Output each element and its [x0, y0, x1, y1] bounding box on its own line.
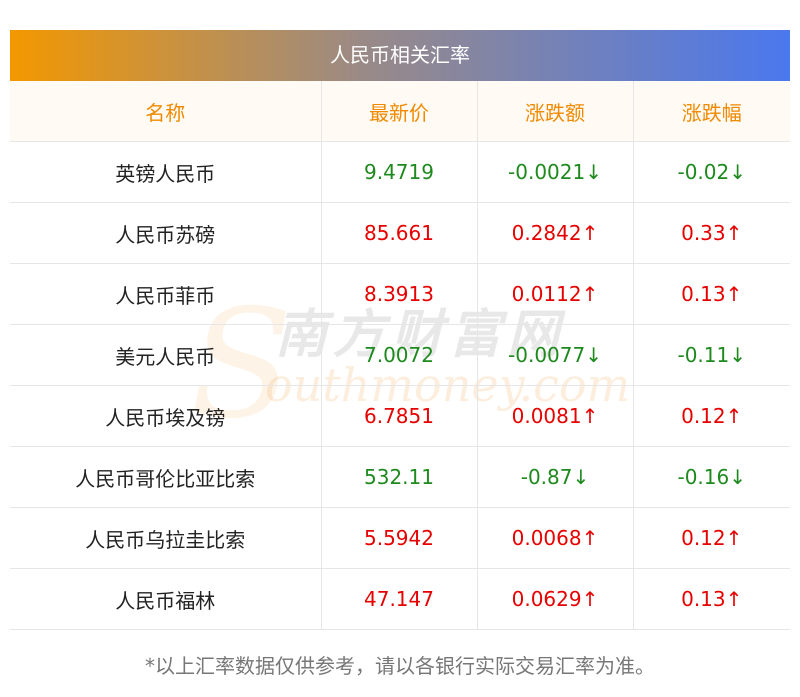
- table-row: 人民币菲币 8.3913 0.0112↑ 0.13↑: [10, 263, 790, 325]
- change-amount: -0.87↓: [476, 446, 633, 508]
- change-amount: -0.0021↓: [476, 141, 633, 203]
- latest-price: 9.4719: [320, 141, 477, 203]
- change-percent: -0.16↓: [632, 446, 790, 508]
- table-row: 美元人民币 7.0072 -0.0077↓ -0.11↓: [10, 324, 790, 386]
- change-percent: 0.13↑: [632, 263, 790, 325]
- disclaimer-note: *以上汇率数据仅供参考，请以各银行实际交易汇率为准。: [145, 654, 655, 678]
- currency-name[interactable]: 人民币埃及镑: [10, 385, 321, 447]
- latest-price: 8.3913: [320, 263, 477, 325]
- currency-name[interactable]: 人民币乌拉圭比索: [10, 507, 321, 569]
- latest-price: 85.661: [320, 202, 477, 264]
- table-row: 人民币苏磅 85.661 0.2842↑ 0.33↑: [10, 202, 790, 264]
- change-amount: 0.0068↑: [476, 507, 633, 569]
- table-header-row: 名称 最新价 涨跌额 涨跌幅: [10, 81, 790, 142]
- currency-name[interactable]: 美元人民币: [10, 324, 321, 386]
- latest-price: 5.5942: [320, 507, 477, 569]
- currency-name[interactable]: 人民币哥伦比亚比索: [10, 446, 321, 508]
- change-percent: 0.33↑: [632, 202, 790, 264]
- change-amount: 0.0081↑: [476, 385, 633, 447]
- currency-name[interactable]: 人民币福林: [10, 568, 321, 630]
- rate-table: 名称 最新价 涨跌额 涨跌幅 英镑人民币 9.4719 -0.0021↓ -0.…: [10, 81, 790, 630]
- header-name: 名称: [10, 81, 321, 142]
- rate-panel: 人民币相关汇率 名称 最新价 涨跌额 涨跌幅 英镑人民币 9.4719 -0.0…: [10, 30, 790, 630]
- latest-price: 532.11: [320, 446, 477, 508]
- header-price: 最新价: [320, 81, 477, 142]
- latest-price: 7.0072: [320, 324, 477, 386]
- change-percent: 0.12↑: [632, 507, 790, 569]
- table-row: 人民币福林 47.147 0.0629↑ 0.13↑: [10, 568, 790, 630]
- change-amount: 0.0112↑: [476, 263, 633, 325]
- latest-price: 6.7851: [320, 385, 477, 447]
- change-amount: 0.0629↑: [476, 568, 633, 630]
- currency-name[interactable]: 人民币菲币: [10, 263, 321, 325]
- change-percent: 0.12↑: [632, 385, 790, 447]
- currency-name[interactable]: 人民币苏磅: [10, 202, 321, 264]
- currency-name[interactable]: 英镑人民币: [10, 141, 321, 203]
- table-row: 人民币哥伦比亚比索 532.11 -0.87↓ -0.16↓: [10, 446, 790, 508]
- table-row: 英镑人民币 9.4719 -0.0021↓ -0.02↓: [10, 141, 790, 203]
- change-amount: -0.0077↓: [476, 324, 633, 386]
- table-row: 人民币乌拉圭比索 5.5942 0.0068↑ 0.12↑: [10, 507, 790, 569]
- latest-price: 47.147: [320, 568, 477, 630]
- change-percent: -0.02↓: [632, 141, 790, 203]
- panel-title: 人民币相关汇率: [10, 30, 790, 81]
- change-percent: -0.11↓: [632, 324, 790, 386]
- header-change: 涨跌额: [476, 81, 633, 142]
- header-pct: 涨跌幅: [632, 81, 790, 142]
- change-percent: 0.13↑: [632, 568, 790, 630]
- table-row: 人民币埃及镑 6.7851 0.0081↑ 0.12↑: [10, 385, 790, 447]
- change-amount: 0.2842↑: [476, 202, 633, 264]
